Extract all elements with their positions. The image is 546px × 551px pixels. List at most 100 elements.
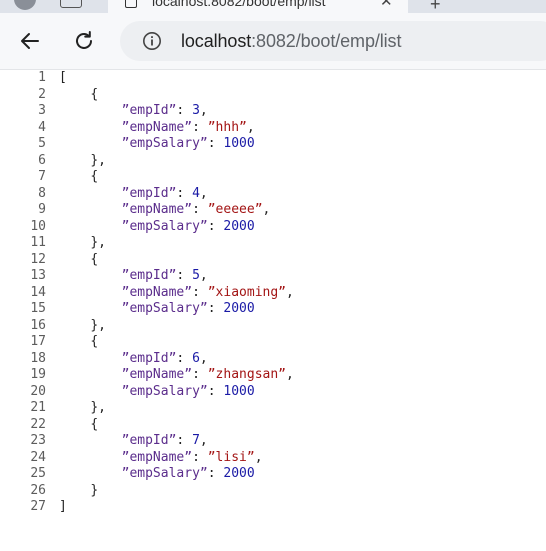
json-key: ”empId” bbox=[121, 433, 177, 448]
json-key: ”empName” bbox=[121, 367, 193, 382]
close-tab-icon[interactable]: ✕ bbox=[380, 0, 393, 10]
reload-button[interactable] bbox=[68, 25, 100, 57]
json-number-value: 5 bbox=[192, 268, 200, 283]
code-line: 6 }, bbox=[0, 153, 294, 170]
json-comma: , bbox=[246, 119, 255, 135]
json-colon: : bbox=[192, 367, 208, 382]
browser-tab[interactable]: localhost:8082/boot/emp/list ✕ bbox=[108, 0, 408, 13]
json-key: ”empSalary” bbox=[121, 136, 208, 151]
line-number: 23 bbox=[30, 433, 46, 448]
line-number: 12 bbox=[30, 251, 46, 267]
line-number: 2 bbox=[38, 86, 46, 102]
line-number: 20 bbox=[30, 383, 46, 399]
json-number-value: 2000 bbox=[223, 301, 255, 316]
json-number-value: 6 bbox=[192, 350, 200, 366]
json-brace: { bbox=[90, 334, 99, 349]
json-number-value: 2000 bbox=[223, 466, 255, 481]
json-number-value: 4 bbox=[192, 185, 200, 201]
json-comma: , bbox=[199, 185, 208, 201]
line-number: 22 bbox=[30, 416, 46, 432]
json-colon: : bbox=[176, 350, 193, 366]
json-number-value: 2000 bbox=[223, 218, 255, 234]
code-line: 24 ”empName”: ”lisi”, bbox=[0, 450, 294, 467]
json-brace: }, bbox=[90, 317, 106, 333]
line-number: 14 bbox=[30, 284, 46, 300]
json-colon: : bbox=[176, 268, 193, 283]
json-colon: : bbox=[207, 136, 224, 151]
line-number: 5 bbox=[38, 136, 46, 151]
json-comma: , bbox=[254, 449, 263, 465]
json-key: ”empId” bbox=[121, 268, 177, 283]
json-key: ”empSalary” bbox=[121, 383, 208, 399]
code-line: 12 { bbox=[0, 252, 294, 269]
code-line: 4 ”empName”: ”hhh”, bbox=[0, 120, 294, 137]
json-colon: : bbox=[192, 202, 208, 217]
json-key: ”empId” bbox=[121, 185, 177, 201]
code-line: 19 ”empName”: ”zhangsan”, bbox=[0, 367, 294, 384]
json-colon: : bbox=[192, 449, 208, 465]
code-line: 9 ”empName”: ”eeeee”, bbox=[0, 202, 294, 219]
line-number: 18 bbox=[30, 350, 46, 366]
json-key: ”empSalary” bbox=[121, 466, 208, 481]
back-button[interactable] bbox=[14, 25, 46, 57]
workspaces-icon[interactable] bbox=[60, 0, 82, 8]
json-colon: : bbox=[192, 119, 208, 135]
json-number-value: 7 bbox=[192, 433, 200, 448]
address-bar[interactable]: localhost:8082/boot/emp/list bbox=[120, 21, 546, 61]
json-brace: }, bbox=[90, 400, 106, 415]
line-number: 3 bbox=[38, 103, 46, 118]
code-line: 26 } bbox=[0, 483, 294, 500]
json-key: ”empName” bbox=[121, 449, 193, 465]
line-number: 13 bbox=[30, 268, 46, 283]
line-number: 24 bbox=[30, 449, 46, 465]
url-text[interactable]: localhost:8082/boot/emp/list bbox=[181, 31, 401, 52]
json-colon: : bbox=[192, 284, 208, 300]
url-host: localhost bbox=[181, 31, 252, 51]
code-line: 15 ”empSalary”: 2000 bbox=[0, 301, 294, 318]
json-brace: { bbox=[90, 86, 99, 102]
json-key: ”empName” bbox=[121, 202, 193, 217]
json-comma: , bbox=[199, 350, 208, 366]
json-colon: : bbox=[176, 103, 193, 118]
code-line: 14 ”empName”: ”xiaoming”, bbox=[0, 285, 294, 302]
json-bracket: [ bbox=[59, 70, 67, 85]
new-tab-icon[interactable]: + bbox=[430, 0, 441, 13]
json-key: ”empSalary” bbox=[121, 218, 208, 234]
page-content: 1[2 {3 ”empId”: 3, 4 ”empName”: ”hhh”, 5 ”… bbox=[0, 70, 546, 551]
code-line: 7 { bbox=[0, 169, 294, 186]
line-number: 4 bbox=[38, 119, 46, 135]
tab-strip: localhost:8082/boot/emp/list ✕ + bbox=[0, 0, 546, 13]
json-string-value: ”hhh” bbox=[207, 119, 247, 135]
line-number: 8 bbox=[38, 185, 46, 201]
json-colon: : bbox=[207, 301, 224, 316]
line-number: 9 bbox=[38, 202, 46, 217]
json-brace: { bbox=[90, 251, 99, 267]
reload-icon bbox=[76, 31, 92, 49]
json-colon: : bbox=[176, 433, 193, 448]
page-icon bbox=[125, 0, 137, 8]
json-brace: }, bbox=[90, 235, 106, 250]
line-number: 17 bbox=[30, 334, 46, 349]
code-line: 27] bbox=[0, 499, 294, 516]
code-line: 21 }, bbox=[0, 400, 294, 417]
url-path: :8082/boot/emp/list bbox=[251, 31, 402, 51]
browser-toolbar: localhost:8082/boot/emp/list bbox=[0, 13, 546, 70]
line-number: 27 bbox=[30, 499, 46, 514]
profile-avatar[interactable] bbox=[14, 0, 36, 10]
code-line: 17 { bbox=[0, 334, 294, 351]
code-line: 3 ”empId”: 3, bbox=[0, 103, 294, 120]
line-number: 15 bbox=[30, 301, 46, 316]
line-number: 19 bbox=[30, 367, 46, 382]
json-colon: : bbox=[207, 218, 224, 234]
json-string-value: ”zhangsan” bbox=[207, 367, 287, 382]
json-brace: } bbox=[90, 482, 99, 498]
code-line: 20 ”empSalary”: 1000 bbox=[0, 384, 294, 401]
line-number: 26 bbox=[30, 482, 46, 498]
line-number: 16 bbox=[30, 317, 46, 333]
code-line: 1[ bbox=[0, 70, 294, 87]
json-comma: , bbox=[286, 367, 294, 382]
json-comma: , bbox=[199, 103, 208, 118]
code-line: 2 { bbox=[0, 87, 294, 104]
site-info-icon[interactable] bbox=[142, 31, 162, 51]
json-key: ”empId” bbox=[121, 103, 177, 118]
